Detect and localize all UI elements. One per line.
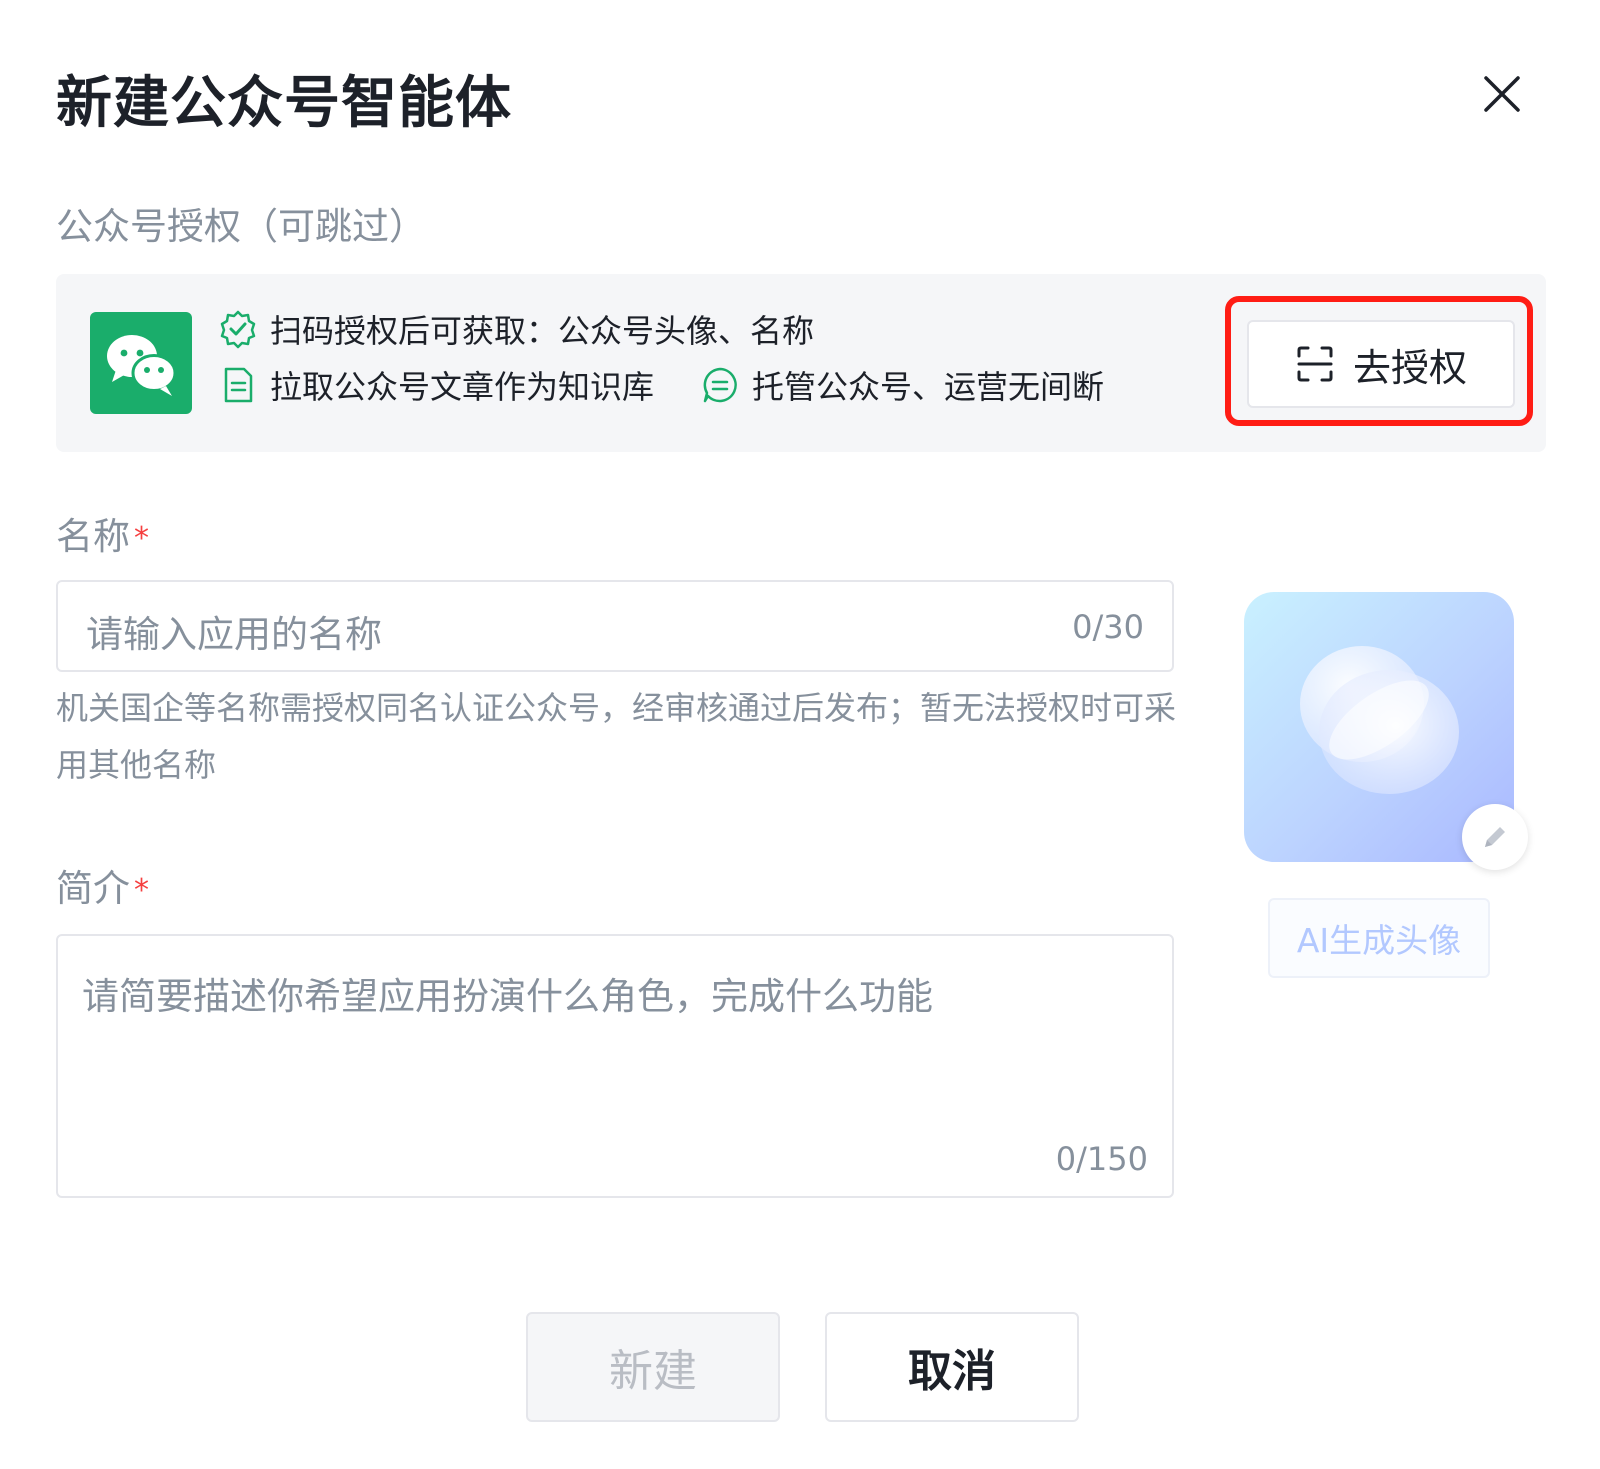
ai-generate-avatar-button[interactable]: AI生成头像: [1268, 898, 1490, 978]
chat-bubble-icon: [700, 365, 740, 405]
intro-textarea-placeholder: 请简要描述你希望应用扮演什么角色，完成什么功能: [82, 975, 933, 1018]
authorize-button[interactable]: 去授权: [1247, 320, 1515, 408]
name-input-placeholder: 请输入应用的名称: [86, 613, 382, 656]
name-label: 名称 *: [56, 515, 149, 558]
required-mark: *: [134, 873, 149, 908]
intro-label: 简介 *: [56, 867, 149, 910]
document-icon: [218, 365, 258, 405]
intro-textarea[interactable]: 请简要描述你希望应用扮演什么角色，完成什么功能 0/150: [56, 934, 1174, 1198]
scan-icon: [1297, 346, 1333, 382]
auth-section-label: 公众号授权（可跳过）: [56, 205, 426, 248]
edit-avatar-button[interactable]: [1462, 804, 1528, 870]
cancel-button[interactable]: 取消: [825, 1312, 1079, 1422]
auth-feature-3: 托管公众号、运营无间断: [700, 362, 1104, 408]
wechat-logo: [90, 312, 192, 414]
auth-feature-2: 拉取公众号文章作为知识库: [218, 362, 654, 408]
name-hint: 机关国企等名称需授权同名认证公众号，经审核通过后发布；暂无法授权时可采用其他名称: [56, 689, 1177, 784]
required-mark: *: [134, 521, 149, 556]
close-icon[interactable]: [1480, 72, 1524, 116]
name-char-counter: 0/30: [1072, 608, 1144, 646]
intro-char-counter: 0/150: [1055, 1140, 1148, 1178]
verified-check-icon: [218, 309, 258, 349]
auth-feature-1: 扫码授权后可获取：公众号头像、名称: [218, 306, 814, 352]
dialog-title: 新建公众号智能体: [56, 71, 512, 136]
pencil-icon: [1485, 827, 1505, 847]
name-input[interactable]: 请输入应用的名称 0/30: [56, 580, 1174, 672]
create-button[interactable]: 新建: [526, 1312, 780, 1422]
